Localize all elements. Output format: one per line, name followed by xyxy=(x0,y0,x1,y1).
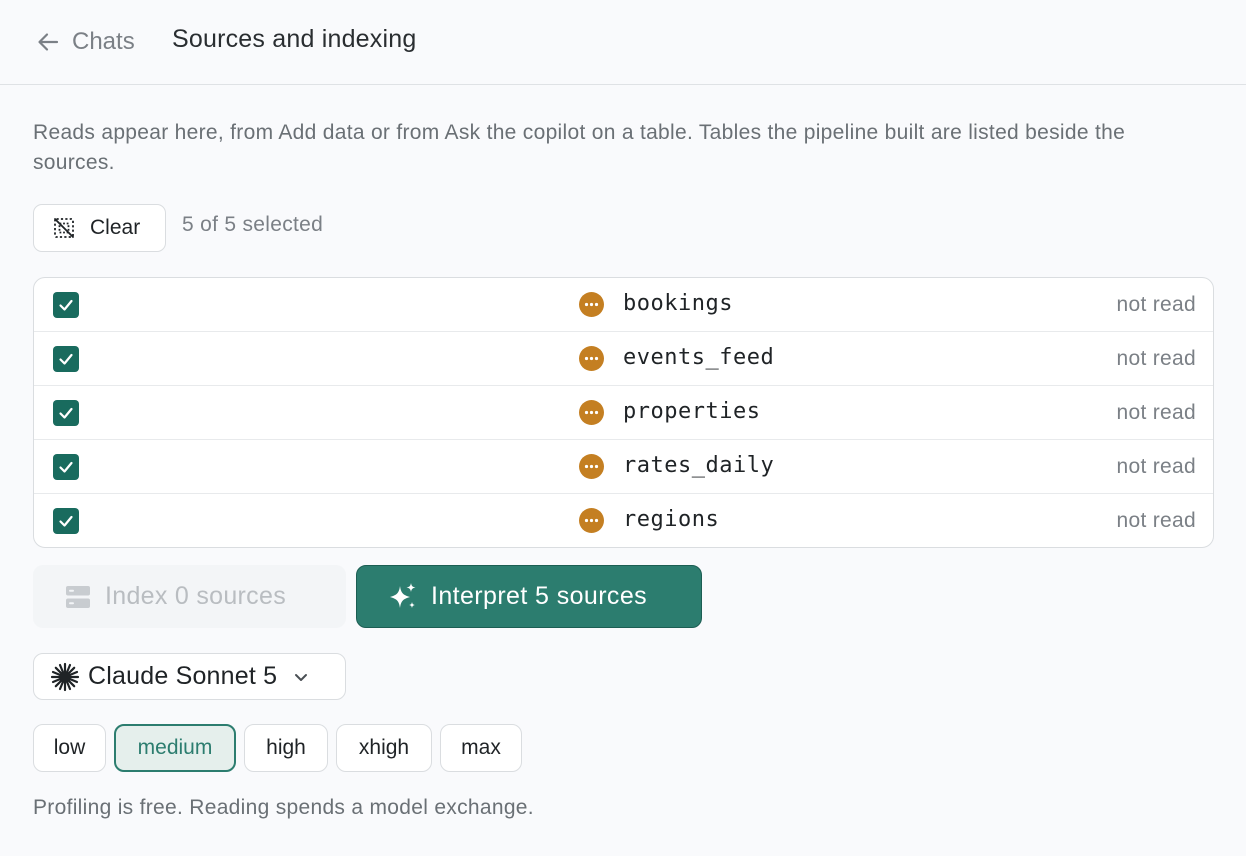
deselect-icon xyxy=(54,218,74,238)
checkmark-icon xyxy=(59,407,73,419)
index-sources-button[interactable]: Index 0 sources xyxy=(33,565,346,628)
model-name: Claude Sonnet 5 xyxy=(88,662,278,690)
source-checkbox[interactable] xyxy=(53,292,79,318)
model-selector[interactable]: Claude Sonnet 5 xyxy=(33,653,346,700)
source-status: not read xyxy=(1116,455,1196,478)
chevron-down-icon xyxy=(295,673,308,681)
effort-chip-low[interactable]: low xyxy=(33,724,106,772)
source-checkbox[interactable] xyxy=(53,454,79,480)
source-status: not read xyxy=(1116,509,1196,532)
source-name: properties xyxy=(623,399,761,424)
source-name: rates_daily xyxy=(623,453,775,478)
back-label: Chats xyxy=(72,28,135,55)
source-status: not read xyxy=(1116,347,1196,370)
interpret-sources-button[interactable]: Interpret 5 sources xyxy=(356,565,702,628)
effort-chip-xhigh[interactable]: xhigh xyxy=(336,724,432,772)
source-name: bookings xyxy=(623,291,733,316)
clear-label: Clear xyxy=(90,216,141,239)
claude-star-icon xyxy=(50,662,80,691)
sources-table: bookings not read events_feed not read p… xyxy=(33,277,1214,548)
checkmark-icon xyxy=(59,299,73,311)
selection-count: 5 of 5 selected xyxy=(182,213,324,236)
effort-chip-high[interactable]: high xyxy=(244,724,328,772)
pending-dots-icon xyxy=(579,400,604,425)
arrow-left-icon xyxy=(38,33,59,51)
sparkles-icon xyxy=(390,582,416,608)
effort-chip-medium[interactable]: medium xyxy=(114,724,236,772)
pending-dots-icon xyxy=(579,346,604,371)
description-text: Reads appear here, from Add data or from… xyxy=(33,121,1126,174)
effort-chip-max[interactable]: max xyxy=(440,724,522,772)
source-name: regions xyxy=(623,507,720,532)
page-title: Sources and indexing xyxy=(172,25,417,53)
source-row[interactable]: events_feed not read xyxy=(34,332,1213,386)
source-status: not read xyxy=(1116,401,1196,424)
pending-dots-icon xyxy=(579,508,604,533)
source-row[interactable]: rates_daily not read xyxy=(34,440,1213,494)
source-name: events_feed xyxy=(623,345,775,370)
source-checkbox[interactable] xyxy=(53,508,79,534)
source-row[interactable]: bookings not read xyxy=(34,278,1213,332)
source-checkbox[interactable] xyxy=(53,400,79,426)
interpret-label: Interpret 5 sources xyxy=(431,582,648,610)
source-row[interactable]: properties not read xyxy=(34,386,1213,440)
checkmark-icon xyxy=(59,461,73,473)
source-status: not read xyxy=(1116,293,1196,316)
clear-selection-button[interactable]: Clear xyxy=(33,204,166,252)
index-label: Index 0 sources xyxy=(105,582,286,610)
back-to-chats-link[interactable]: Chats xyxy=(34,26,135,58)
pending-dots-icon xyxy=(579,292,604,317)
checkmark-icon xyxy=(59,353,73,365)
checkmark-icon xyxy=(59,515,73,527)
server-icon xyxy=(66,585,90,608)
source-checkbox[interactable] xyxy=(53,346,79,372)
top-bar: Chats Sources and indexing xyxy=(0,0,1246,85)
pending-dots-icon xyxy=(579,454,604,479)
footnote-text: Profiling is free. Reading spends a mode… xyxy=(33,796,534,819)
source-row[interactable]: regions not read xyxy=(34,494,1213,547)
